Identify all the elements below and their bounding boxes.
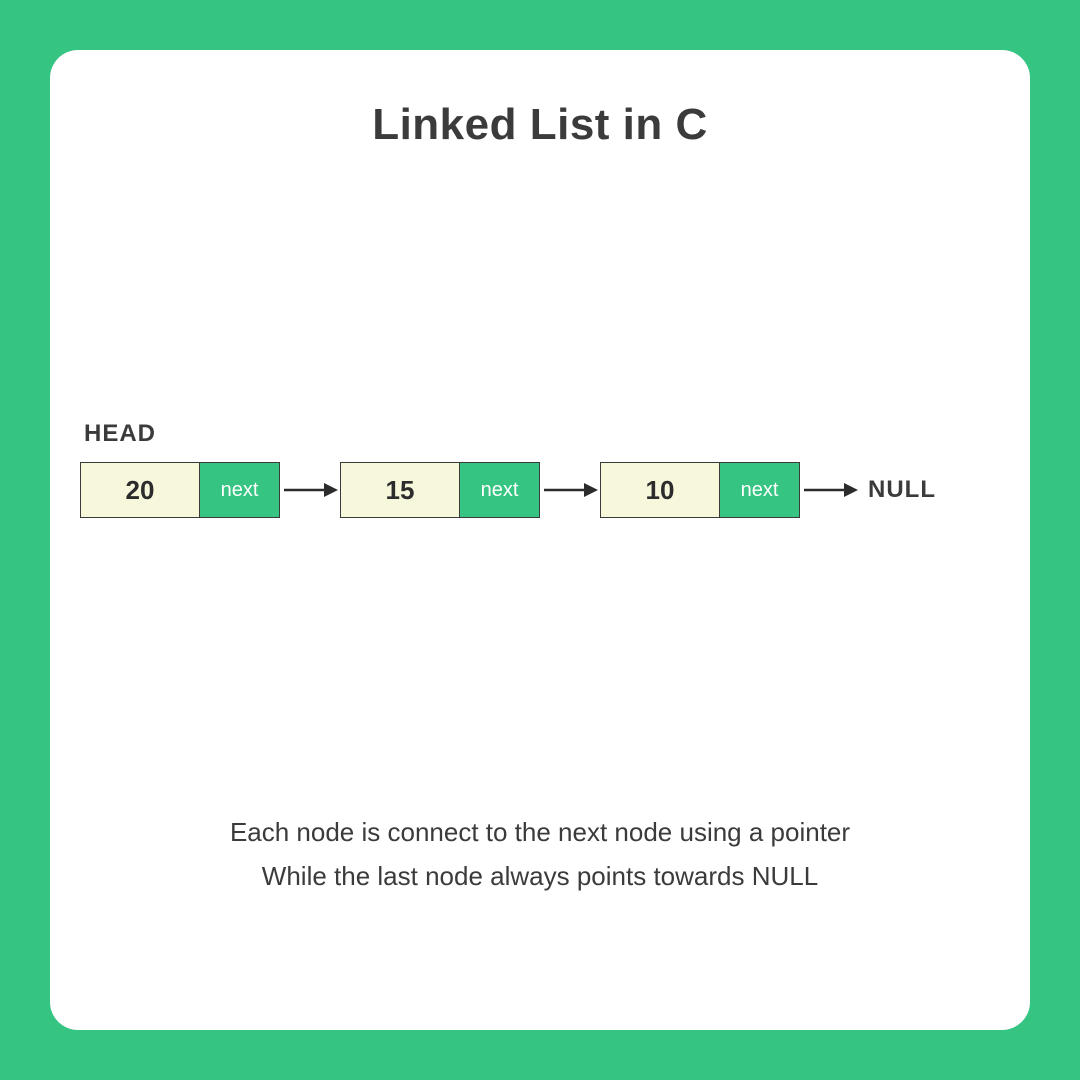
- diagram-card: Linked List in C HEAD 20 next 15 next: [50, 50, 1030, 1030]
- list-row: 20 next 15 next 10 n: [80, 462, 1000, 518]
- node-0: 20 next: [80, 462, 280, 518]
- diagram-title: Linked List in C: [80, 100, 1000, 150]
- head-label: HEAD: [84, 420, 156, 448]
- node-1-value: 15: [340, 462, 460, 518]
- node-1: 15 next: [340, 462, 540, 518]
- arrow-icon: [800, 462, 860, 518]
- null-label: NULL: [868, 476, 936, 504]
- node-0-value: 20: [80, 462, 200, 518]
- node-1-next-label: next: [460, 462, 540, 518]
- diagram-caption: Each node is connect to the next node us…: [50, 810, 1030, 898]
- node-2: 10 next: [600, 462, 800, 518]
- caption-line-1: Each node is connect to the next node us…: [90, 810, 990, 854]
- caption-line-2: While the last node always points toward…: [90, 854, 990, 898]
- linked-list-diagram: HEAD 20 next 15 next: [80, 420, 1000, 560]
- arrow-icon: [280, 462, 340, 518]
- arrow-icon: [540, 462, 600, 518]
- node-2-next-label: next: [720, 462, 800, 518]
- node-2-value: 10: [600, 462, 720, 518]
- node-0-next-label: next: [200, 462, 280, 518]
